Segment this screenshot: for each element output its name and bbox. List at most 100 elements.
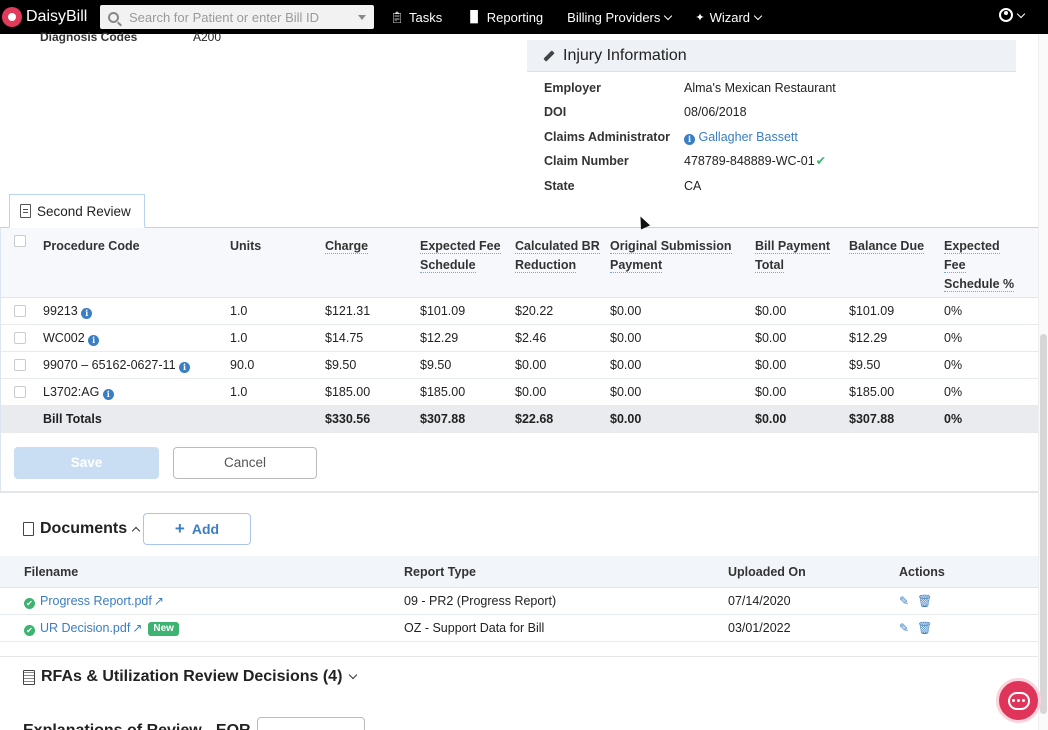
rfas-title: RFAs & Utilization Review Decisions (4) — [41, 668, 343, 685]
injury-information-header: Injury Information — [527, 40, 1016, 72]
eor-title: Explanations of Review - EOR — [23, 722, 251, 730]
injury-label: Employer — [544, 81, 601, 95]
units-cell: 1.0 — [230, 304, 248, 318]
save-button[interactable]: Save — [14, 447, 159, 479]
row-checkbox[interactable] — [14, 359, 26, 371]
diagnosis-codes-label: Diagnosis Codes — [40, 30, 138, 44]
trash-icon[interactable]: 🗑︎ — [917, 621, 932, 635]
col-expected-fee-schedule-pct[interactable]: Expected Fee Schedule % — [944, 237, 1024, 294]
scrollbar-thumb[interactable] — [1040, 334, 1047, 714]
patient-search-input[interactable]: Search for Patient or enter Bill ID — [100, 5, 374, 29]
documents-title: Documents — [40, 520, 128, 537]
external-link-icon[interactable]: ↗ — [154, 594, 164, 608]
diagnosis-codes-row: Diagnosis Codes A200 — [40, 30, 221, 44]
balance-cell: $101.09 — [849, 304, 895, 318]
magic-wand-icon: ✦ — [695, 11, 705, 24]
injury-label: Claim Number — [544, 154, 629, 169]
charge-cell: $185.00 — [325, 385, 371, 399]
nav-item-tasks[interactable]: 📋︎ Tasks — [390, 10, 442, 25]
col-expected-fee-schedule[interactable]: Expected Fee Schedule — [420, 237, 510, 275]
rfas-header[interactable]: RFAs & Utilization Review Decisions (4) — [23, 668, 358, 686]
charge-cell: $121.31 — [325, 304, 371, 318]
procedure-table: Procedure Code Units Charge Expected Fee… — [1, 228, 1038, 433]
col-br-label: Calculated BR Reduction — [515, 239, 600, 273]
info-icon[interactable]: i — [88, 335, 100, 346]
brand-name: DaisyBill — [26, 8, 88, 25]
injury-label: DOI — [544, 105, 567, 120]
eor-header[interactable]: Explanations of Review - EOR — [23, 722, 251, 730]
filename-link[interactable]: Progress Report.pdf — [40, 594, 152, 608]
nav-item-label: Reporting — [486, 9, 544, 25]
procedure-code-cell: 99213 i — [43, 298, 93, 324]
diagnosis-codes-value: A200 — [193, 30, 222, 44]
nav-item-reporting[interactable]: ▐▌ Reporting — [466, 10, 543, 25]
external-link-icon[interactable]: ↗ — [132, 621, 142, 635]
info-icon[interactable]: i — [81, 308, 93, 319]
bill-totals-label: Bill Totals — [43, 412, 102, 426]
claims-administrator-link[interactable]: Gallagher Bassett — [698, 130, 797, 144]
edit-icon[interactable]: ✎ — [899, 594, 909, 608]
chevron-down-icon[interactable] — [358, 14, 366, 20]
col-calculated-br-reduction[interactable]: Calculated BR Reduction — [515, 237, 605, 275]
paid-cell: $0.00 — [755, 304, 787, 318]
user-menu[interactable] — [999, 8, 1026, 22]
filename-link[interactable]: UR Decision.pdf — [40, 621, 130, 635]
injury-information-title: Injury Information — [563, 46, 687, 64]
injury-information-panel: Injury Information Employer Alma's Mexic… — [527, 40, 1016, 198]
row-checkbox[interactable] — [14, 386, 26, 398]
col-expected-label: Expected Fee Schedule — [420, 239, 501, 273]
procedure-code: 99070 – 65162-0627-11 — [43, 358, 176, 372]
info-icon[interactable]: i — [179, 362, 191, 373]
table-row: 99213 i 1.0 $121.31 $101.09 $20.22 $0.00… — [1, 298, 1038, 325]
file-pdf-icon — [23, 522, 34, 536]
total-charge: $330.56 — [325, 412, 371, 426]
add-label: Add — [191, 521, 220, 537]
bill-totals-row: Bill Totals $330.56 $307.88 $22.68 $0.00… — [1, 406, 1038, 433]
nav-item-wizard[interactable]: ✦ Wizard — [695, 10, 763, 25]
page-scrollbar[interactable] — [1038, 34, 1048, 730]
documents-header[interactable]: Documents — [23, 513, 141, 545]
actions-cell: ✎ 🗑︎ — [899, 615, 940, 641]
info-icon[interactable]: i — [684, 133, 695, 145]
orig-cell: $0.00 — [610, 385, 642, 399]
chat-button[interactable] — [996, 678, 1041, 723]
brand[interactable]: DaisyBill — [0, 7, 96, 27]
col-procedure-code: Procedure Code — [43, 239, 140, 253]
col-balance-due[interactable]: Balance Due — [849, 237, 939, 256]
filename-cell: ✔ Progress Report.pdf ↗ — [24, 588, 164, 614]
tab-second-review[interactable]: Second Review — [9, 194, 145, 228]
top-navbar: DaisyBill Search for Patient or enter Bi… — [0, 0, 1048, 34]
injury-row-state: State CA — [527, 174, 1016, 198]
total-paid: $0.00 — [755, 412, 787, 426]
calculator-icon — [23, 669, 35, 685]
document-icon — [20, 204, 31, 218]
col-report-type: Report Type — [404, 565, 476, 579]
chevron-up-icon — [131, 526, 141, 536]
pct-cell: 0% — [944, 331, 963, 345]
eor-add-button[interactable] — [257, 717, 365, 730]
expected-cell: $9.50 — [420, 358, 452, 372]
row-checkbox[interactable] — [14, 332, 26, 344]
col-charge[interactable]: Charge — [325, 237, 415, 256]
info-icon[interactable]: i — [102, 389, 114, 400]
edit-icon[interactable]: ✎ — [899, 621, 909, 635]
select-all-checkbox[interactable] — [14, 235, 26, 247]
trash-icon[interactable]: 🗑︎ — [917, 594, 932, 608]
chevron-down-icon — [349, 670, 358, 680]
injury-label: State — [544, 178, 575, 193]
nav-item-billing-providers[interactable]: Billing Providers — [567, 10, 673, 25]
row-checkbox[interactable] — [14, 305, 26, 317]
col-original-submission-payment[interactable]: Original Submission Payment — [610, 237, 750, 275]
pct-cell: 0% — [944, 358, 963, 372]
chevron-down-icon — [753, 11, 763, 20]
claims-administrator-value: i Gallagher Bassett — [684, 125, 798, 149]
add-document-button[interactable]: + Add — [143, 513, 251, 545]
injury-row-doi: DOI 08/06/2018 — [527, 100, 1016, 124]
plus-icon: + — [174, 519, 185, 538]
cancel-button[interactable]: Cancel — [173, 447, 317, 479]
col-uploaded-on: Uploaded On — [728, 565, 806, 579]
bandage-icon — [543, 49, 555, 62]
daisy-logo-icon — [2, 7, 22, 27]
injury-row-claims-administrator: Claims Administrator i Gallagher Bassett — [527, 125, 1016, 149]
col-bill-payment-total[interactable]: Bill Payment Total — [755, 237, 841, 275]
